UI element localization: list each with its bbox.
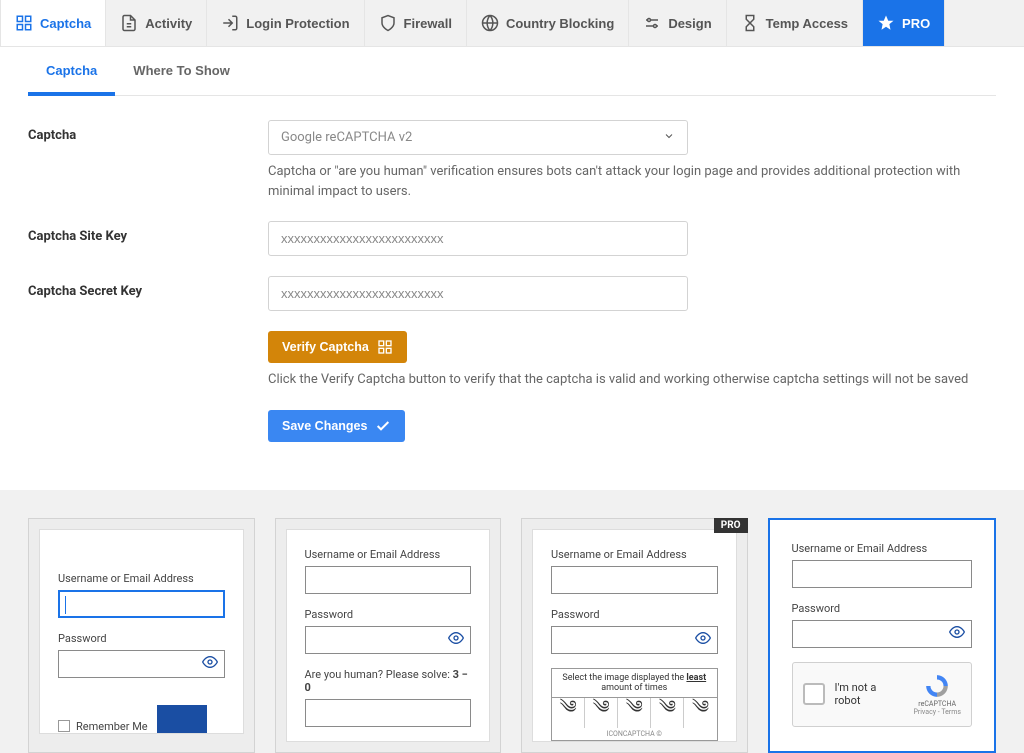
shield-icon: [379, 14, 397, 32]
preview-user-input: [551, 566, 718, 594]
verify-help-text: Click the Verify Captcha button to verif…: [268, 370, 988, 390]
tab-label: Activity: [145, 16, 192, 31]
preview-math-label: Are you human? Please solve: 3 − 0: [305, 668, 472, 694]
tab-label: Firewall: [404, 16, 452, 31]
content-panel: Captcha Where To Show Captcha Google reC…: [0, 47, 1024, 490]
check-icon: [375, 418, 391, 434]
preview-remember-row: Remember Me: [58, 720, 225, 733]
globe-icon: [481, 14, 499, 32]
captcha-select-value: Google reCAPTCHA v2: [269, 121, 687, 154]
sub-tabs: Captcha Where To Show: [28, 47, 996, 96]
iconcaptcha-opt: ༄: [651, 698, 684, 728]
preview-user-label: Username or Email Address: [305, 548, 472, 561]
captcha-select[interactable]: Google reCAPTCHA v2: [268, 120, 688, 155]
preview-user-input: [792, 560, 973, 588]
tab-captcha[interactable]: Captcha: [0, 0, 106, 46]
tab-firewall[interactable]: Firewall: [365, 0, 467, 46]
recaptcha-text: I'm not a robot: [835, 681, 904, 707]
star-icon: [877, 14, 895, 32]
save-block: Save Changes: [268, 410, 996, 442]
row-captcha-type: Captcha Google reCAPTCHA v2 Captcha or "…: [28, 120, 996, 201]
checkbox-icon: [58, 720, 70, 732]
preview-password-label: Password: [792, 602, 973, 615]
iconcaptcha-opt: ༄: [684, 698, 716, 728]
preview-none[interactable]: Username or Email Address Password Remem…: [28, 518, 255, 753]
captcha-icon: [377, 339, 393, 355]
preview-password-input: [792, 620, 973, 648]
captcha-icon: [15, 14, 33, 32]
preview-user-label: Username or Email Address: [551, 548, 718, 561]
row-secret-key: Captcha Secret Key: [28, 276, 996, 311]
secret-key-label: Captcha Secret Key: [28, 276, 268, 311]
hourglass-icon: [741, 14, 759, 32]
tab-label: Country Blocking: [506, 16, 614, 31]
preview-math-input: [305, 699, 472, 727]
iconcaptcha-heading: Select the image displayed the least amo…: [552, 669, 717, 698]
sliders-icon: [643, 14, 661, 32]
pro-badge: PRO: [714, 518, 748, 533]
tab-label: Temp Access: [766, 16, 848, 31]
preview-remember-label: Remember Me: [76, 720, 148, 733]
iconcaptcha-opt: ༄: [585, 698, 618, 728]
recaptcha-checkbox: [803, 683, 825, 705]
iconcaptcha-widget: Select the image displayed the least amo…: [551, 668, 718, 741]
login-icon: [221, 14, 239, 32]
tab-country-blocking[interactable]: Country Blocking: [467, 0, 629, 46]
secret-key-input[interactable]: [268, 276, 688, 311]
preview-password-input: [551, 626, 718, 654]
captcha-help-text: Captcha or "are you human" verification …: [268, 162, 988, 201]
main-tabs: Captcha Activity Login Protection Firewa…: [0, 0, 1024, 47]
recaptcha-logo: reCAPTCHA Privacy - Terms: [913, 673, 961, 716]
verify-captcha-button[interactable]: Verify Captcha: [268, 331, 407, 363]
preview-iconcaptcha[interactable]: PRO Username or Email Address Password S…: [521, 518, 748, 753]
preview-user-input: [58, 590, 225, 618]
preview-user-input: [305, 566, 472, 594]
site-key-input[interactable]: [268, 221, 688, 256]
preview-user-label: Username or Email Address: [58, 572, 225, 585]
site-key-label: Captcha Site Key: [28, 221, 268, 256]
iconcaptcha-opt: ༄: [618, 698, 651, 728]
eye-icon: [202, 654, 218, 674]
save-changes-button[interactable]: Save Changes: [268, 410, 405, 442]
preview-password-input: [305, 626, 472, 654]
tab-design[interactable]: Design: [629, 0, 726, 46]
preview-password-label: Password: [305, 608, 472, 621]
tab-pro[interactable]: PRO: [863, 0, 945, 46]
chevron-down-icon: [663, 130, 675, 146]
iconcaptcha-opt: ༄: [552, 698, 585, 728]
preview-password-input: [58, 650, 225, 678]
iconcaptcha-options: ༄ ༄ ༄ ༄ ༄: [552, 698, 717, 728]
tab-label: PRO: [902, 16, 930, 31]
preview-login-button: [157, 705, 207, 733]
preview-password-label: Password: [58, 632, 225, 645]
preview-password-label: Password: [551, 608, 718, 621]
preview-recaptcha-v2[interactable]: Username or Email Address Password I'm n…: [768, 518, 997, 753]
subtab-captcha[interactable]: Captcha: [28, 47, 115, 96]
subtab-where-to-show[interactable]: Where To Show: [115, 47, 248, 96]
iconcaptcha-footer: ICONCAPTCHA ©: [552, 728, 717, 740]
preview-user-label: Username or Email Address: [792, 542, 973, 555]
eye-icon: [448, 630, 464, 650]
tab-label: Login Protection: [246, 16, 349, 31]
preview-math[interactable]: Username or Email Address Password Are y…: [275, 518, 502, 753]
tab-label: Captcha: [40, 16, 91, 31]
verify-block: Verify Captcha Click the Verify Captcha …: [268, 331, 996, 390]
verify-button-label: Verify Captcha: [282, 340, 369, 354]
save-button-label: Save Changes: [282, 419, 367, 433]
row-site-key: Captcha Site Key: [28, 221, 996, 256]
eye-icon: [695, 630, 711, 650]
captcha-label: Captcha: [28, 120, 268, 201]
eye-icon: [949, 624, 965, 644]
tab-temp-access[interactable]: Temp Access: [727, 0, 863, 46]
tab-login-protection[interactable]: Login Protection: [207, 0, 364, 46]
tab-label: Design: [668, 16, 711, 31]
document-icon: [120, 14, 138, 32]
captcha-previews: Username or Email Address Password Remem…: [0, 518, 1024, 753]
tab-activity[interactable]: Activity: [106, 0, 207, 46]
recaptcha-widget: I'm not a robot reCAPTCHA Privacy - Term…: [792, 662, 973, 727]
